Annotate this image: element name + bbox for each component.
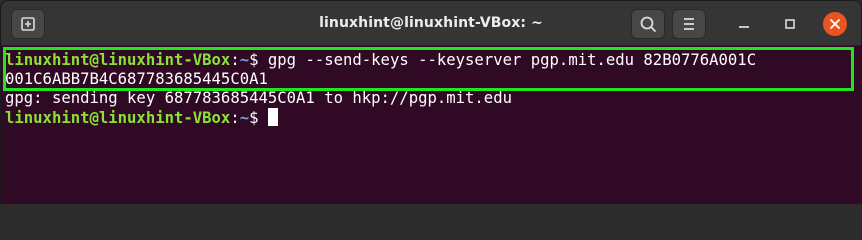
title-bar: linuxhint@linuxhint-VBox: ~ [1,1,861,46]
command-line-wrap: 001C6ABB7B4C687783685445C0A1 [5,70,268,88]
prompt-path: ~ [239,51,250,69]
prompt-separator: : [230,51,240,69]
maximize-icon [785,19,795,29]
menu-button[interactable] [672,9,706,39]
close-button[interactable] [823,12,847,36]
current-prompt-line: linuxhint@linuxhint-VBox:~$ [5,108,861,127]
prompt-symbol: $ [249,51,268,69]
search-icon [640,16,656,32]
minimize-button[interactable] [732,12,756,36]
hamburger-menu-icon [684,18,694,30]
minimize-icon [739,26,749,28]
prompt-user: linuxhint@linuxhint-VBox [5,51,231,69]
prompt-separator: : [230,109,240,127]
prompt-symbol: $ [249,109,268,127]
text-cursor [267,108,278,126]
output-line: gpg: sending key 687783685445C0A1 to hkp… [5,89,512,107]
terminal-output[interactable]: linuxhint@linuxhint-VBox:~$ gpg --send-k… [1,46,861,203]
close-icon [830,19,840,29]
maximize-button[interactable] [778,12,802,36]
command-line: linuxhint@linuxhint-VBox:~$ gpg --send-k… [5,51,861,70]
prompt-user: linuxhint@linuxhint-VBox [5,109,231,127]
terminal-window: linuxhint@linuxhint-VBox: ~ linuxhint@li… [0,0,862,204]
prompt-path: ~ [239,109,250,127]
search-button[interactable] [631,9,665,39]
command-text: gpg --send-keys --keyserver pgp.mit.edu … [267,51,757,69]
